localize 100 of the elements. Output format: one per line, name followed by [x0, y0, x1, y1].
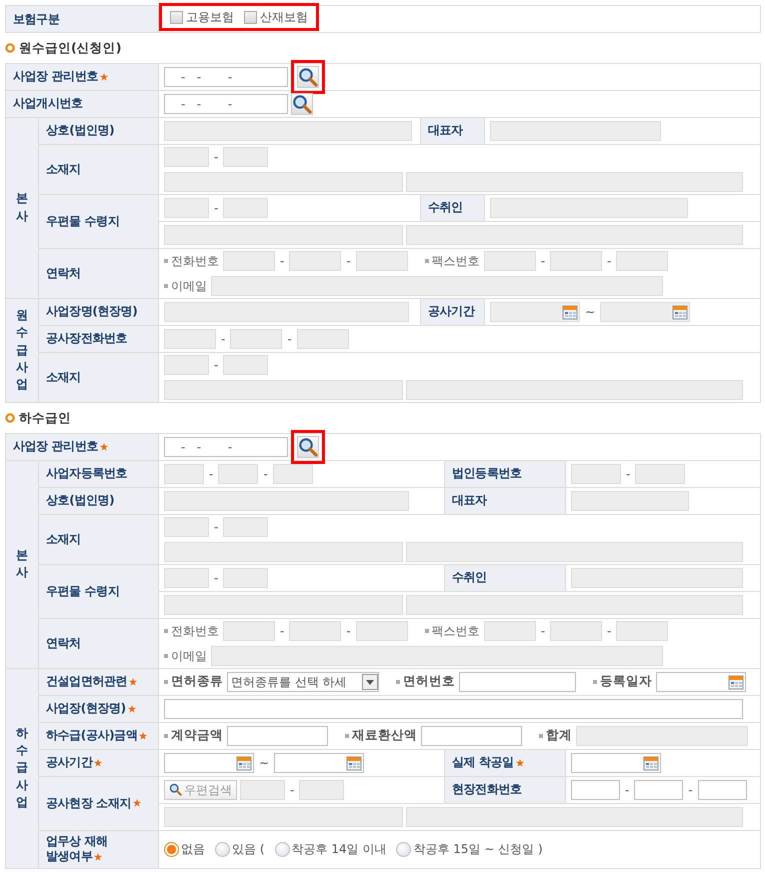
checkbox[interactable] [170, 10, 183, 24]
license-type-select[interactable]: 면허종류를 선택 하세 [227, 672, 380, 692]
separator-text: - [214, 200, 218, 217]
radio-button[interactable] [215, 842, 230, 856]
checkbox[interactable] [244, 10, 257, 24]
bullet-icon [593, 680, 598, 684]
calendar-icon [672, 304, 688, 320]
bullet-icon [539, 734, 544, 738]
calendar-icon [643, 754, 660, 770]
license-number-field[interactable] [459, 672, 576, 692]
bullet-icon [5, 413, 15, 424]
separator-text: - [263, 466, 268, 482]
separator-text: - [280, 252, 284, 270]
search-icon [292, 94, 312, 114]
radio-button[interactable] [396, 842, 412, 856]
field-caption: 이메일 [171, 648, 208, 664]
calendar-icon [728, 674, 744, 690]
phone-field[interactable] [634, 780, 684, 800]
field-label: 공사장전화번호 [46, 331, 128, 346]
field-label: 공사현장 소재지 [46, 796, 131, 810]
field-caption: 전화번호 [171, 252, 220, 270]
separator-text: - [287, 330, 292, 348]
bullet-icon [164, 734, 168, 738]
checkbox-label[interactable]: 산재보험 [260, 8, 308, 26]
amount-field[interactable] [421, 726, 522, 746]
date-field[interactable] [656, 672, 746, 692]
field-label: 보험구분 [13, 12, 60, 26]
management-number-field[interactable]: - - - [164, 94, 288, 114]
date-field[interactable] [571, 752, 662, 772]
field-caption: 합계 [546, 726, 572, 744]
field-label: 사업개시번호 [13, 96, 83, 110]
checkbox-label[interactable]: 고용보험 [186, 8, 234, 26]
separator-text: - [346, 622, 351, 640]
separator-text: - [214, 356, 218, 374]
management-number-field[interactable]: - - - [164, 436, 288, 456]
search-button[interactable] [297, 436, 320, 458]
date-field[interactable] [274, 752, 364, 772]
field-label: 우편물 수령지 [46, 584, 120, 598]
field-label: 소재지 [46, 162, 81, 176]
group-label: 하수급사업 [16, 724, 28, 812]
radio-button[interactable] [164, 842, 180, 856]
bullet-icon [5, 43, 15, 54]
field-caption: 재료환산액 [352, 726, 418, 744]
field-label: 법인등록번호 [452, 466, 522, 480]
radio-label[interactable]: 없음 [181, 840, 206, 858]
bullet-icon [345, 734, 350, 738]
field-label: 수취인 [428, 200, 463, 214]
date-field[interactable] [164, 752, 254, 772]
field-label: 연락처 [46, 266, 81, 280]
search-button[interactable] [291, 92, 314, 115]
phone-field[interactable] [698, 780, 747, 800]
phone-field[interactable] [571, 780, 620, 800]
bullet-icon [424, 258, 429, 263]
field-label: 대표자 [428, 123, 463, 138]
section-title: 원수급인(신청인) [19, 39, 122, 57]
field-caption: 이메일 [171, 278, 208, 295]
field-caption: 면허종류 [171, 672, 224, 690]
section-title: 하수급인 [19, 408, 71, 427]
search-icon [298, 66, 318, 87]
separator-text: - [214, 570, 218, 586]
field-label: 하수급(공사)금액 [46, 728, 138, 742]
search-icon [169, 783, 182, 796]
radio-label[interactable]: 있음 ( [232, 840, 265, 858]
radio-button[interactable] [274, 842, 290, 856]
caret-icon [362, 674, 378, 690]
search-button[interactable] [297, 66, 320, 88]
site-name-field[interactable] [164, 698, 744, 718]
field-label: 사업장 관리번호 [13, 439, 98, 453]
field-label: 사업장(현장명) [46, 701, 126, 715]
search-icon [298, 436, 318, 456]
separator-text: - [209, 466, 214, 482]
bullet-icon [164, 654, 168, 658]
separator-text: - [221, 330, 226, 348]
separator-text: - [540, 622, 546, 640]
field-caption: 팩스번호 [432, 252, 480, 270]
bullet-icon [164, 628, 168, 632]
field-label: 현장전화번호 [452, 782, 522, 796]
radio-label[interactable]: 착공후 15일 ~ 신청일 ) [413, 840, 543, 858]
field-label: 대표자 [452, 493, 487, 507]
amount-field[interactable] [227, 726, 328, 746]
separator-text: - [290, 782, 294, 798]
separator-text: - [607, 622, 612, 640]
bullet-icon [164, 680, 168, 684]
field-label: 건설업면허관련 [46, 674, 128, 688]
bullet-icon [164, 258, 168, 263]
calendar-icon [562, 304, 578, 320]
separator-text: - [214, 518, 218, 536]
calendar-icon [346, 754, 362, 770]
field-label: 실제 착공일 [452, 755, 514, 769]
field-label: 상호(법인명) [46, 123, 114, 138]
separator-text: ~ [259, 754, 270, 772]
separator-text: - [625, 782, 630, 798]
field-caption: 계약금액 [171, 726, 224, 744]
bullet-icon [424, 628, 429, 632]
field-caption: 면허번호 [403, 672, 456, 690]
field-caption: 등록일자 [600, 672, 652, 690]
field-label: 우편물 수령지 [46, 214, 120, 228]
management-number-field[interactable]: - - - [164, 66, 288, 87]
calendar-icon [236, 754, 252, 770]
radio-label[interactable]: 착공후 14일 이내 [292, 840, 386, 858]
